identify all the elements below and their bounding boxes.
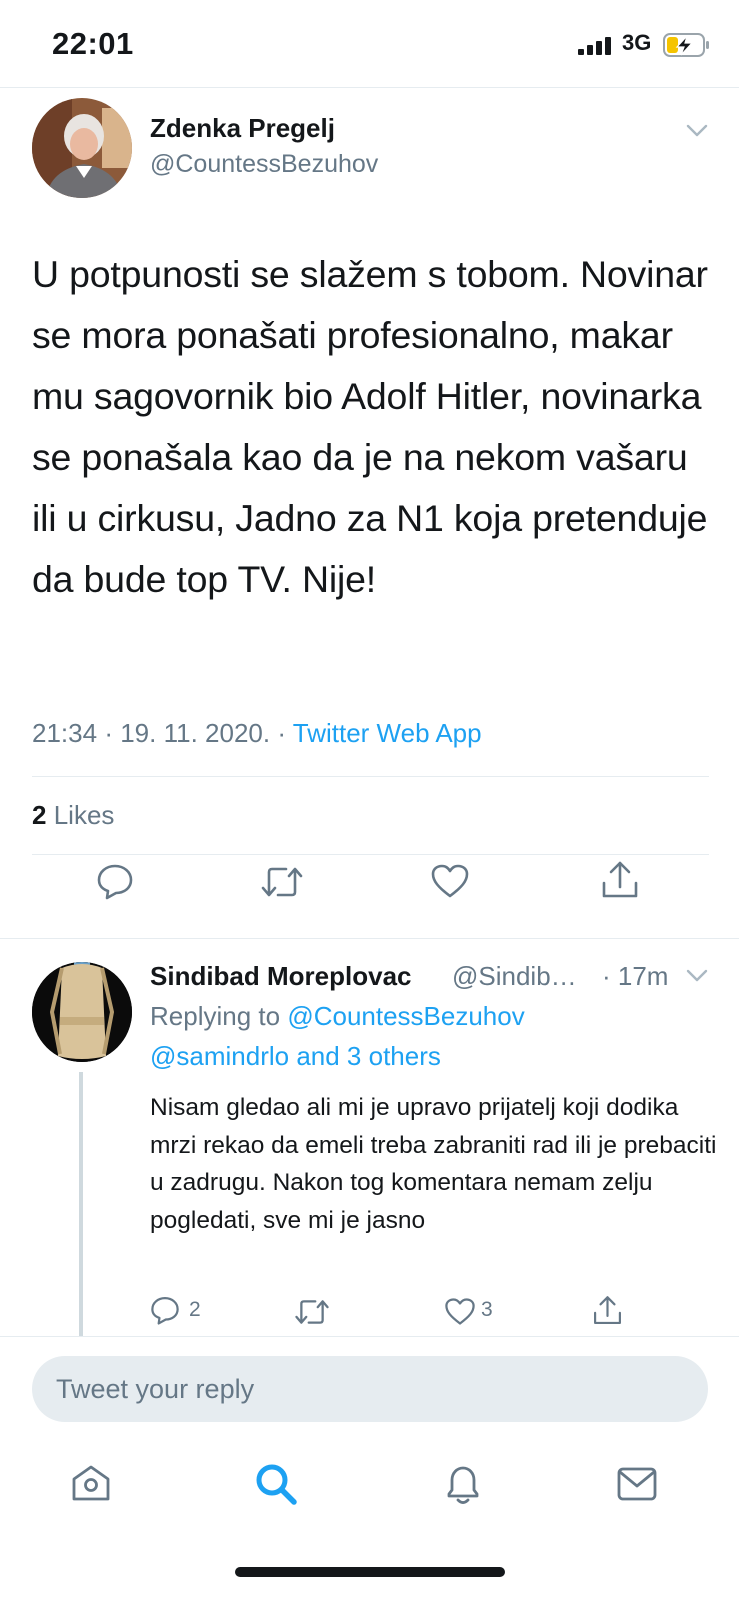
mention-link[interactable]: @CountessBezuhov — [287, 1001, 524, 1031]
like-icon[interactable] — [430, 863, 470, 899]
tweet-timestamp: 21:34 · 19. 11. 2020. · Twitter Web App — [32, 718, 482, 749]
likes-number: 2 — [32, 800, 47, 830]
home-indicator — [235, 1567, 505, 1577]
mention-others-link[interactable]: @samindrlo and 3 others — [150, 1041, 441, 1072]
battery-charging-icon — [663, 33, 709, 57]
chevron-down-icon[interactable] — [686, 124, 708, 138]
tweet-source-link[interactable]: Twitter Web App — [293, 718, 482, 748]
reply-author-handle[interactable]: @Sindib… — [452, 961, 577, 992]
avatar[interactable] — [32, 98, 132, 198]
tweet-date: 19. 11. 2020. — [120, 718, 271, 748]
notifications-icon[interactable] — [443, 1462, 483, 1506]
tweet-text: U potpunosti se slažem s tobom. Novinar … — [32, 253, 708, 600]
author-handle[interactable]: @CountessBezuhov — [150, 150, 378, 179]
search-icon[interactable] — [254, 1462, 298, 1506]
divider — [0, 87, 739, 88]
divider — [32, 776, 709, 777]
reply-author-name[interactable]: Sindibad Moreplovac — [150, 961, 412, 992]
author-name[interactable]: Zdenka Pregelj — [150, 113, 335, 144]
avatar-photo — [32, 962, 132, 1062]
avatar-photo — [32, 98, 132, 198]
like-icon[interactable] — [444, 1297, 476, 1326]
meta-separator: · — [104, 718, 113, 748]
reply-timestamp: · 17m — [602, 961, 669, 991]
thread-line — [79, 1072, 83, 1336]
reply-composer[interactable] — [32, 1356, 708, 1422]
status-bar: 22:01 3G — [0, 0, 739, 88]
reply-input[interactable] — [32, 1356, 676, 1422]
share-icon[interactable] — [592, 1294, 623, 1327]
home-icon[interactable] — [70, 1463, 112, 1503]
tweet-time: 21:34 — [32, 718, 98, 748]
retweet-icon[interactable] — [260, 864, 304, 900]
chevron-down-icon[interactable] — [686, 969, 708, 983]
share-icon[interactable] — [600, 859, 640, 901]
divider — [32, 854, 709, 855]
divider — [0, 1336, 739, 1337]
like-count: 3 — [481, 1298, 493, 1321]
reply-icon[interactable] — [150, 1295, 180, 1325]
likes-count[interactable]: 2 Likes — [32, 800, 114, 831]
messages-icon[interactable] — [616, 1466, 658, 1502]
retweet-icon[interactable] — [294, 1297, 330, 1327]
avatar[interactable] — [32, 962, 132, 1062]
meta-separator: · — [277, 718, 286, 748]
signal-icon — [578, 37, 611, 55]
divider — [0, 938, 739, 939]
reply-count: 2 — [189, 1298, 201, 1321]
replying-prefix: Replying to — [150, 1001, 281, 1031]
reply-icon[interactable] — [96, 862, 134, 900]
reply-text: Nisam gledao ali mi je upravo prijatelj … — [150, 1094, 717, 1234]
likes-label: Likes — [53, 800, 115, 830]
status-time: 22:01 — [52, 26, 134, 61]
network-type: 3G — [622, 30, 652, 55]
replying-to: Replying to @CountessBezuhov — [150, 1001, 525, 1032]
